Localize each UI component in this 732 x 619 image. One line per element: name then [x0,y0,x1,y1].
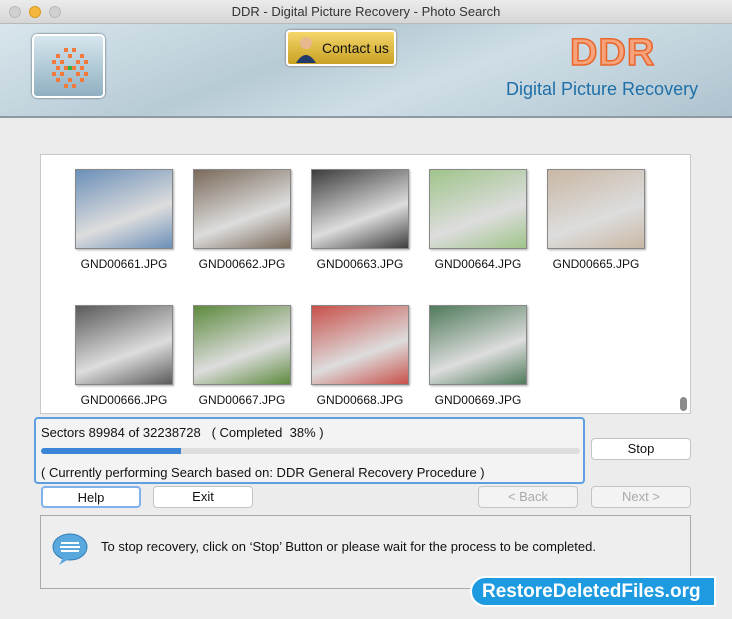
photo-thumbnail[interactable]: GND00667.JPG [192,305,292,407]
stop-button[interactable]: Stop [591,438,691,460]
photo-thumbnail[interactable]: GND00661.JPG [74,169,174,271]
photo-filename: GND00662.JPG [198,257,286,271]
progress-panel: Sectors 89984 of 32238728 ( Completed 38… [34,417,585,484]
exit-button[interactable]: Exit [153,486,253,508]
photo-filename: GND00661.JPG [80,257,168,271]
brand-subtitle: Digital Picture Recovery [506,79,699,99]
photo-filename: GND00667.JPG [198,393,286,407]
scrollbar-thumb[interactable] [680,397,687,411]
progress-fill [41,448,182,454]
minimize-window-button[interactable] [29,6,41,18]
photo-image [75,305,173,385]
photo-filename: GND00663.JPG [316,257,404,271]
contact-us-label: Contact us [322,40,389,56]
help-button[interactable]: Help [41,486,141,508]
header-banner: Contact us DDR Digital Picture Recovery [0,24,732,118]
photo-gallery: GND00661.JPG GND00662.JPG GND00663.JPG GND0… [40,154,691,414]
photo-thumbnail[interactable]: GND00663.JPG [310,169,410,271]
photo-filename: GND00665.JPG [552,257,640,271]
photo-filename: GND00668.JPG [316,393,404,407]
photo-image [547,169,645,249]
photo-thumbnail[interactable]: GND00668.JPG [310,305,410,407]
next-button[interactable]: Next > [591,486,691,508]
photo-image [193,305,291,385]
photo-thumbnail[interactable]: GND00665.JPG [546,169,646,271]
app-logo-icon [32,34,105,98]
watermark-ribbon: RestoreDeletedFiles.org [470,576,716,607]
zoom-window-button[interactable] [49,6,61,18]
window-title: DDR - Digital Picture Recovery - Photo S… [231,4,501,19]
brand-logo: DDR [569,31,656,75]
close-window-button[interactable] [9,6,21,18]
current-procedure: ( Currently performing Search based on: … [41,465,485,480]
photo-thumbnail[interactable]: GND00662.JPG [192,169,292,271]
back-button[interactable]: < Back [478,486,578,508]
person-icon [296,37,316,63]
sectors-status: Sectors 89984 of 32238728 ( Completed 38… [41,425,324,440]
title-bar: DDR - Digital Picture Recovery - Photo S… [0,0,732,24]
speech-bubble-icon [52,533,88,565]
photo-thumbnail[interactable]: GND00664.JPG [428,169,528,271]
photo-image [311,305,409,385]
photo-image [193,169,291,249]
photo-filename: GND00669.JPG [434,393,522,407]
photo-image [75,169,173,249]
progress-bar [41,448,580,454]
photo-filename: GND00664.JPG [434,257,522,271]
photo-image [311,169,409,249]
photo-image [429,305,527,385]
photo-filename: GND00666.JPG [80,393,168,407]
photo-thumbnail[interactable]: GND00666.JPG [74,305,174,407]
info-message: To stop recovery, click on ‘Stop’ Button… [101,539,596,554]
contact-us-button[interactable]: Contact us [286,30,396,66]
photo-image [429,169,527,249]
photo-thumbnail[interactable]: GND00669.JPG [428,305,528,407]
